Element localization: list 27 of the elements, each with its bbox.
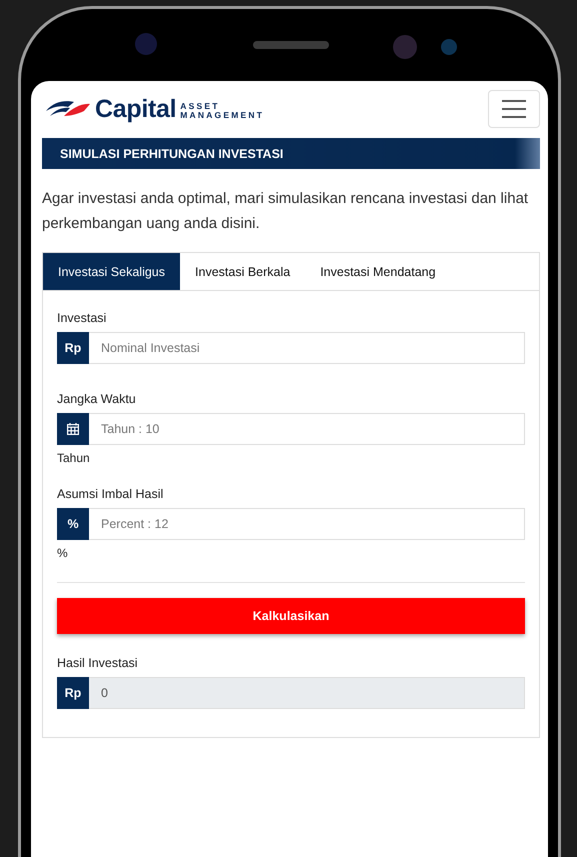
logo-icon [44, 99, 91, 119]
menu-icon [502, 100, 526, 118]
calendar-icon [67, 423, 79, 435]
logo-wordmark: Capital [95, 94, 176, 124]
logo-tagline: MANAGEMENT [180, 110, 264, 120]
input-field[interactable]: Tahun : 10 [89, 413, 525, 445]
sensor-icon [393, 35, 417, 59]
input-addon: Rp [57, 677, 89, 709]
unit-label: Tahun [57, 451, 91, 465]
field-label: Jangka Waktu [57, 392, 137, 406]
unit-label: % [57, 546, 69, 560]
logo-tagline: ASSET [180, 102, 221, 110]
input-field[interactable]: 0 [89, 677, 525, 709]
intro-text: Agar investasi anda optimal, mari simulasikan rencana investasi dan lihat perkembangan uang anda disini. [42, 189, 530, 234]
field-label: Investasi [57, 311, 108, 325]
input-field[interactable]: Percent : 12 [89, 508, 525, 540]
menu-button[interactable] [488, 90, 540, 128]
camera-icon [135, 33, 157, 55]
tab[interactable]: Investasi Sekaligus [43, 253, 180, 290]
field-label: Hasil Investasi [57, 656, 139, 670]
input-addon: Rp [57, 332, 89, 364]
calculate-button[interactable]: Kalkulasikan [57, 598, 525, 634]
section-banner: SIMULASI PERHITUNGAN INVESTASI [42, 138, 540, 169]
input-addon: % [57, 508, 89, 540]
field-label: Asumsi Imbal Hasil [57, 487, 164, 501]
sensor-icon [441, 39, 457, 55]
input-field[interactable]: Nominal Investasi [89, 332, 525, 364]
